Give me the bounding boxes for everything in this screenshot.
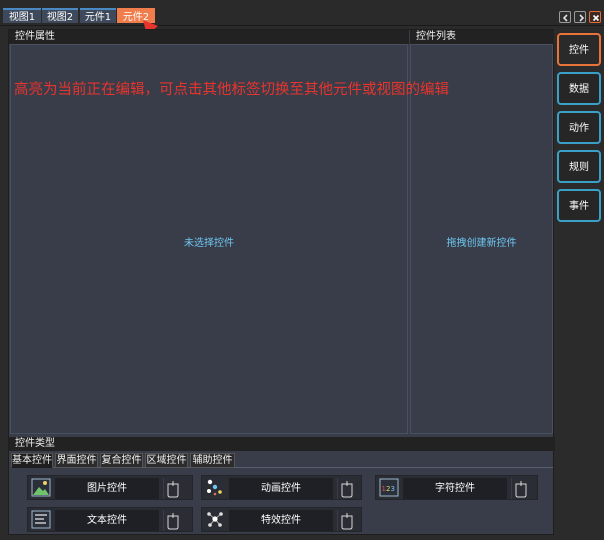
text-control-item[interactable]: 文本控件 — [27, 507, 193, 532]
image-icon — [31, 478, 51, 497]
text-icon — [31, 510, 51, 529]
numeric-text-icon: 1 2 3 — [379, 478, 399, 497]
drag-handle[interactable] — [163, 478, 181, 499]
chevron-right-icon — [579, 14, 585, 22]
tab-auxiliary-controls[interactable]: 辅助控件 — [190, 453, 235, 468]
sidebar-item-rules[interactable]: 规则 — [557, 150, 601, 183]
next-tab-button[interactable] — [574, 11, 586, 23]
drag-handle-icon — [167, 513, 179, 530]
effect-control-item[interactable]: 特效控件 — [201, 507, 362, 532]
tab-view-1[interactable]: 视图1 — [3, 8, 41, 23]
drag-handle-icon — [167, 481, 179, 498]
control-label: 图片控件 — [55, 478, 159, 499]
drag-handle-icon — [341, 481, 353, 498]
drag-handle-icon — [341, 513, 353, 530]
drag-handle[interactable] — [337, 510, 355, 531]
control-label: 文本控件 — [55, 510, 159, 531]
sidebar-item-actions[interactable]: 动作 — [557, 111, 601, 144]
animation-icon — [207, 479, 222, 496]
close-tab-button[interactable] — [589, 11, 601, 23]
animation-control-item[interactable]: 动画控件 — [201, 475, 362, 500]
tab-component-1[interactable]: 元件1 — [80, 8, 116, 23]
close-icon — [592, 14, 600, 22]
annotation-text: 高亮为当前正在编辑，可点击其他标签切换至其他元件或视图的编辑 — [14, 82, 449, 98]
control-label: 字符控件 — [403, 478, 507, 499]
tab-region-controls[interactable]: 区域控件 — [145, 453, 188, 468]
character-control-item[interactable]: 1 2 3 字符控件 — [375, 475, 538, 500]
drag-handle[interactable] — [511, 478, 529, 499]
sidebar-item-events[interactable]: 事件 — [557, 189, 601, 222]
tab-composite-controls[interactable]: 复合控件 — [100, 453, 143, 468]
control-types-tabs: 基本控件 界面控件 复合控件 区域控件 辅助控件 — [11, 453, 553, 468]
tab-interface-controls[interactable]: 界面控件 — [55, 453, 98, 468]
svg-text:3: 3 — [391, 485, 395, 493]
drag-to-create-message: 拖拽创建新控件 — [446, 238, 517, 249]
control-list-header: 控件列表 — [410, 30, 554, 44]
effect-icon — [207, 512, 223, 527]
tab-view-2[interactable]: 视图2 — [42, 8, 78, 23]
sidebar-item-controls[interactable]: 控件 — [557, 33, 601, 66]
control-label: 动画控件 — [229, 478, 333, 499]
properties-panel[interactable]: 未选择控件 — [10, 44, 408, 434]
drag-handle[interactable] — [337, 478, 355, 499]
control-types-header: 控件类型 — [9, 437, 555, 451]
control-list-panel[interactable]: 拖拽创建新控件 — [410, 44, 553, 434]
properties-panel-header: 控件属性 — [9, 30, 409, 44]
chevron-left-icon — [562, 14, 568, 22]
document-tab-bar: 视图1 视图2 元件1 元件2 — [0, 0, 604, 26]
control-label: 特效控件 — [229, 510, 333, 531]
drag-handle-icon — [515, 481, 527, 498]
no-control-selected-message: 未选择控件 — [184, 238, 234, 249]
editor-main-area: 控件属性 未选择控件 控件列表 拖拽创建新控件 控件类型 基本控件 界面控件 复… — [8, 29, 555, 535]
tab-basic-controls[interactable]: 基本控件 — [11, 453, 53, 468]
prev-tab-button[interactable] — [559, 11, 571, 23]
sidebar-item-data[interactable]: 数据 — [557, 72, 601, 105]
image-control-item[interactable]: 图片控件 — [27, 475, 193, 500]
drag-handle[interactable] — [163, 510, 181, 531]
